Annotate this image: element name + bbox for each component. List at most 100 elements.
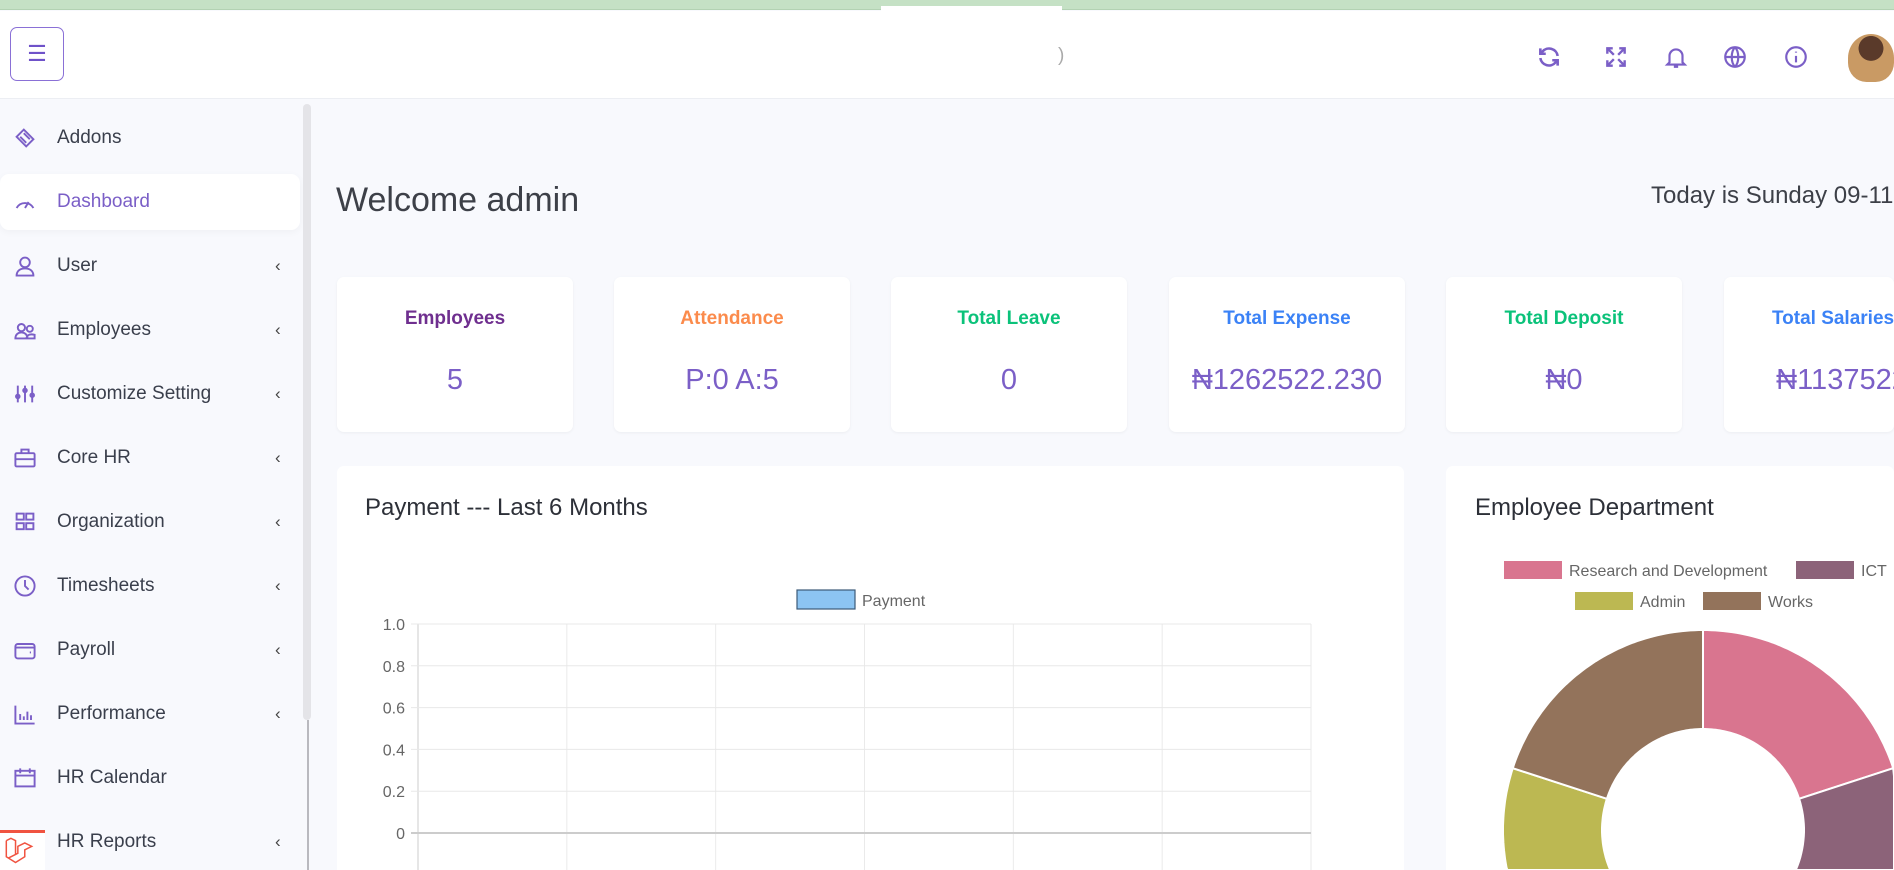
stat-card: Total Leave 0 bbox=[891, 277, 1127, 432]
calendar-icon bbox=[14, 768, 36, 788]
sidebar-item-label: Organization bbox=[57, 511, 165, 532]
sidebar-item-label: Timesheets bbox=[57, 575, 155, 596]
grid-icon bbox=[15, 512, 35, 531]
stat-card: Total Deposit ₦0 bbox=[1446, 277, 1682, 432]
department-donut-chart: Research and Development ICT Admin Works bbox=[1502, 561, 1894, 870]
stat-card: Attendance P:0 A:5 bbox=[614, 277, 850, 432]
user-icon bbox=[15, 256, 35, 277]
sliders-icon bbox=[15, 385, 35, 403]
refresh-icon[interactable] bbox=[1536, 44, 1562, 70]
chevron-left-icon: ‹ bbox=[275, 832, 281, 851]
bell-icon[interactable] bbox=[1663, 44, 1689, 70]
chevron-left-icon: ‹ bbox=[275, 512, 281, 531]
sidebar-item-dashboard[interactable]: Dashboard bbox=[0, 174, 300, 230]
globe-icon[interactable] bbox=[1722, 44, 1748, 70]
chevron-left-icon: ‹ bbox=[275, 640, 281, 659]
sidebar-item-customize-setting[interactable]: Customize Setting ‹ bbox=[0, 366, 300, 422]
chevron-left-icon: ‹ bbox=[275, 320, 281, 339]
sidebar-item-core-hr[interactable]: Core HR ‹ bbox=[0, 430, 300, 486]
sidebar-item-performance[interactable]: Performance ‹ bbox=[0, 686, 300, 742]
faded-text: ) bbox=[1058, 45, 1065, 66]
stat-card: Employees 5 bbox=[337, 277, 573, 432]
legend-swatch[interactable] bbox=[1575, 592, 1633, 610]
clock-icon bbox=[14, 575, 36, 597]
menu-icon: ☰ bbox=[27, 41, 47, 66]
legend-swatch[interactable] bbox=[1796, 561, 1854, 579]
today-date: Today is Sunday 09-11 bbox=[1651, 182, 1894, 209]
legend-label: Works bbox=[1768, 594, 1813, 611]
sidebar-item-hr-calendar[interactable]: HR Calendar bbox=[0, 750, 300, 806]
stat-card-label: Total Leave bbox=[957, 308, 1061, 329]
chevron-left-icon: ‹ bbox=[275, 384, 281, 403]
sidebar-item-organization[interactable]: Organization ‹ bbox=[0, 494, 300, 550]
sidebar: Addons Dashboard User ‹ Employees ‹ Custom… bbox=[0, 99, 302, 870]
stat-card-label: Employees bbox=[404, 308, 506, 329]
sidebar-item-label: User bbox=[57, 255, 98, 276]
stat-card-label: Total Salaries P bbox=[1771, 308, 1894, 329]
legend-label-payment: Payment bbox=[862, 593, 926, 610]
user-avatar[interactable] bbox=[1848, 34, 1894, 82]
chevron-left-icon: ‹ bbox=[275, 448, 281, 467]
stat-card-label: Total Expense bbox=[1223, 308, 1351, 329]
department-chart-card: Employee Department Research and Develop… bbox=[1446, 466, 1894, 870]
sidebar-item-label: Payroll bbox=[57, 639, 116, 660]
sidebar-item-label: HR Reports bbox=[57, 831, 157, 852]
y-tick-label: 0 bbox=[396, 826, 405, 843]
y-tick-label: 1.0 bbox=[383, 617, 405, 634]
info-icon[interactable] bbox=[1783, 44, 1809, 70]
sidebar-item-label: Customize Setting bbox=[57, 383, 212, 404]
sidebar-item-addons[interactable]: Addons bbox=[0, 110, 300, 166]
donut-slice-works[interactable] bbox=[1511, 629, 1704, 801]
sidebar-item-label: Addons bbox=[57, 127, 122, 148]
stat-card-value: P:0 A:5 bbox=[685, 364, 779, 396]
sidebar-item-label: Core HR bbox=[57, 447, 131, 468]
sidebar-item-timesheets[interactable]: Timesheets ‹ bbox=[0, 558, 300, 614]
dashboard-icon bbox=[15, 201, 35, 209]
stat-card: Total Expense ₦1262522.230 bbox=[1169, 277, 1405, 432]
y-tick-label: 0.8 bbox=[383, 659, 405, 676]
addons-icon bbox=[15, 128, 35, 148]
legend-label: ICT bbox=[1861, 563, 1887, 580]
sidebar-scrollbar[interactable] bbox=[303, 104, 311, 720]
top-header: ☰ ) bbox=[0, 11, 1894, 99]
menu-toggle-button[interactable]: ☰ bbox=[10, 27, 64, 81]
donut-slice-research-and-development[interactable] bbox=[1702, 629, 1894, 801]
stat-card-value: ₦0 bbox=[1545, 364, 1583, 396]
welcome-heading: Welcome admin bbox=[336, 181, 580, 219]
laravel-icon bbox=[5, 837, 34, 864]
sidebar-item-hr-reports[interactable]: HR Reports ‹ bbox=[0, 814, 300, 870]
stat-card-value: ₦1262522.230 bbox=[1191, 364, 1383, 396]
chevron-left-icon: ‹ bbox=[275, 576, 281, 595]
laravel-logo bbox=[0, 830, 45, 870]
wallet-icon bbox=[14, 643, 36, 660]
briefcase-icon bbox=[14, 448, 36, 468]
sidebar-divider bbox=[307, 720, 309, 870]
sidebar-item-user[interactable]: User ‹ bbox=[0, 238, 300, 294]
sidebar-item-label: Performance bbox=[57, 703, 166, 724]
sidebar-item-label: Employees bbox=[57, 319, 151, 340]
sidebar-item-label: HR Calendar bbox=[57, 767, 167, 788]
payment-line-chart: 1.0 0.8 0.6 0.4 0.2 0 Payment bbox=[383, 589, 1312, 870]
donut-slice-ict[interactable] bbox=[1585, 766, 1894, 870]
stat-card-value: ₦1137522 bbox=[1776, 364, 1894, 396]
chevron-left-icon: ‹ bbox=[275, 704, 281, 723]
sidebar-item-payroll[interactable]: Payroll ‹ bbox=[0, 622, 300, 678]
payment-chart-card: Payment --- Last 6 Months 1.0 0.8 0.6 0.4 0.… bbox=[337, 466, 1404, 870]
legend-label: Research and Development bbox=[1569, 563, 1768, 580]
y-tick-label: 0.4 bbox=[383, 742, 405, 759]
legend-label: Admin bbox=[1640, 594, 1685, 611]
stat-card-value: 5 bbox=[446, 364, 464, 396]
legend-swatch[interactable] bbox=[1703, 592, 1761, 610]
sidebar-item-label: Dashboard bbox=[57, 191, 150, 212]
bar-chart-icon bbox=[14, 705, 35, 725]
legend-swatch-payment[interactable] bbox=[796, 589, 856, 610]
chevron-left-icon: ‹ bbox=[275, 256, 281, 275]
legend-swatch[interactable] bbox=[1504, 561, 1562, 579]
stat-card-label: Attendance bbox=[680, 308, 784, 329]
y-tick-label: 0.6 bbox=[383, 701, 405, 718]
y-tick-label: 0.2 bbox=[383, 784, 405, 801]
fullscreen-icon[interactable] bbox=[1603, 44, 1629, 70]
employees-icon bbox=[14, 323, 36, 340]
sidebar-item-employees[interactable]: Employees ‹ bbox=[0, 302, 300, 358]
stat-card-label: Total Deposit bbox=[1504, 308, 1624, 329]
